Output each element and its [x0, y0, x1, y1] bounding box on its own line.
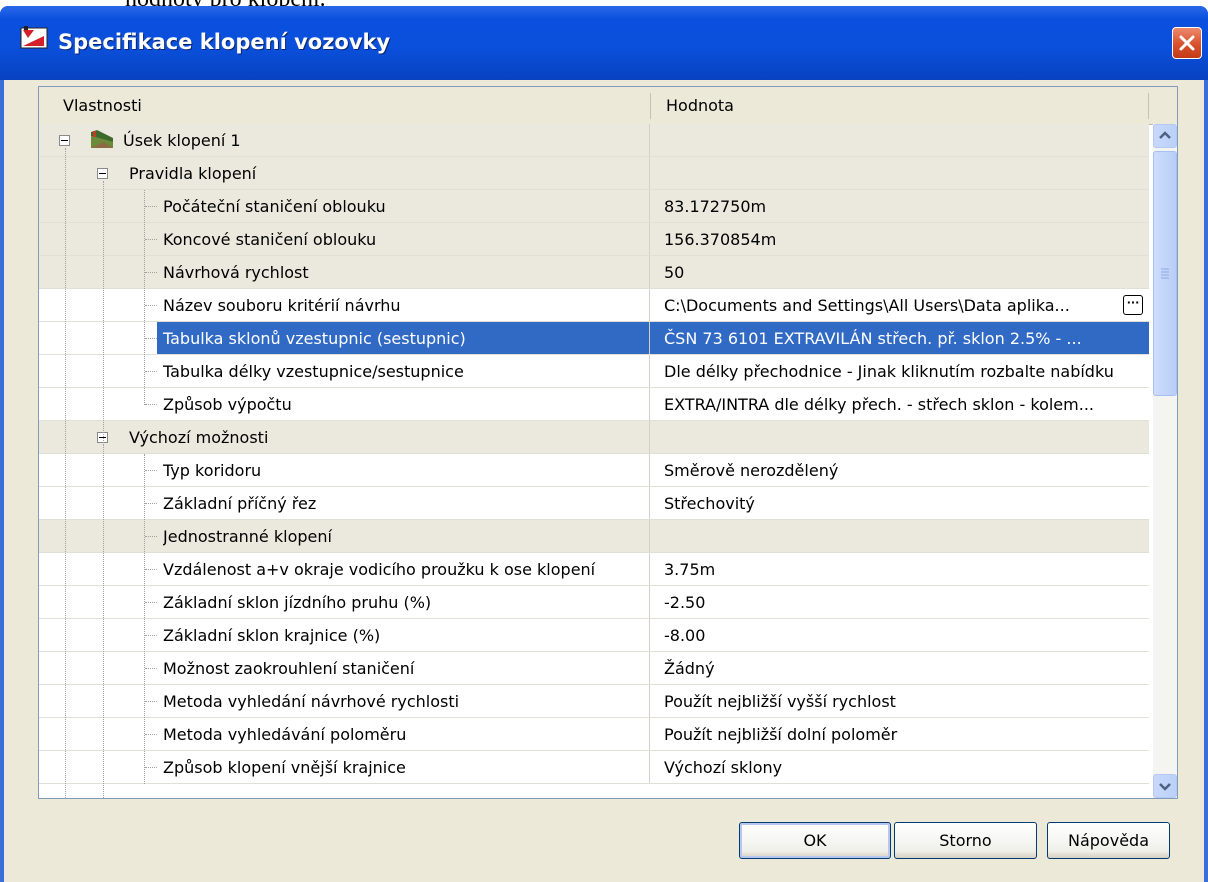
property-value[interactable]: Použít nejbližší dolní poloměr	[649, 718, 1149, 751]
property-row[interactable]: Základní sklon krajnice (%) -8.00	[39, 619, 1149, 652]
property-label: Metoda vyhledání návrhové rychlosti	[163, 692, 460, 711]
property-value[interactable]: Žádný	[649, 652, 1149, 685]
property-value[interactable]: Dle délky přechodnice - Jinak kliknutím …	[649, 355, 1149, 388]
property-value[interactable]: -2.50	[649, 586, 1149, 619]
property-label: Jednostranné klopení	[163, 527, 332, 546]
property-value-text: C:\Documents and Settings\All Users\Data…	[664, 296, 1070, 315]
property-label: Možnost zaokrouhlení staničení	[163, 659, 415, 678]
property-grid: Vlastnosti Hodnota Úsek klopení 1 Pravidl…	[38, 86, 1178, 799]
title-bar[interactable]: Specifikace klopení vozovky	[0, 6, 1208, 80]
property-value[interactable]: EXTRA/INTRA dle délky přech. - střech sk…	[649, 388, 1149, 421]
vertical-scrollbar[interactable]	[1153, 124, 1177, 798]
property-value[interactable]	[649, 520, 1149, 553]
property-label: Pravidla klopení	[129, 164, 257, 183]
property-value[interactable]: Směrově nerozdělený	[649, 454, 1149, 487]
window-title: Specifikace klopení vozovky	[58, 30, 391, 54]
close-icon	[1179, 35, 1195, 51]
property-value[interactable]: ČSN 73 6101 EXTRAVILÁN střech. př. sklon…	[649, 322, 1149, 355]
property-value-text: ČSN 73 6101 EXTRAVILÁN střech. př. sklon…	[664, 329, 1082, 348]
property-label: Metoda vyhledávání poloměru	[163, 725, 407, 744]
grip-icon	[1161, 268, 1169, 279]
property-row[interactable]: Vzdálenost a+v okraje vodicího proužku k…	[39, 553, 1149, 586]
property-value[interactable]	[649, 421, 1149, 454]
property-value-text: 156.370854m	[664, 230, 777, 249]
property-value-text: Použít nejbližší vyšší rychlost	[664, 692, 896, 711]
property-value-text: -8.00	[664, 626, 706, 645]
cancel-button[interactable]: Storno	[894, 822, 1037, 859]
property-value-text: 50	[664, 263, 685, 282]
property-value-text: 83.172750m	[664, 197, 767, 216]
tree-root-row[interactable]: Úsek klopení 1	[39, 124, 1149, 157]
property-value[interactable]: C:\Documents and Settings\All Users\Data…	[649, 289, 1149, 322]
property-value[interactable]: Použít nejbližší vyšší rychlost	[649, 685, 1149, 718]
property-label: Základní sklon krajnice (%)	[163, 626, 381, 645]
property-row[interactable]: Způsob klopení vnější krajnice Výchozí sk…	[39, 751, 1149, 784]
property-row[interactable]: Koncové staničení oblouku 156.370854m	[39, 223, 1149, 256]
property-label: Základní sklon jízdního pruhu (%)	[163, 593, 432, 612]
property-value-text: Výchozí sklony	[664, 758, 783, 777]
tree-group-row[interactable]: Výchozí možnosti	[39, 421, 1149, 454]
scroll-down-button[interactable]	[1153, 774, 1177, 798]
property-row[interactable]: Způsob výpočtu EXTRA/INTRA dle délky přec…	[39, 388, 1149, 421]
property-value[interactable]	[649, 124, 1149, 157]
property-row[interactable]: Tabulka sklonů vzestupnic (sestupnic) ČSN…	[39, 322, 1149, 355]
property-row[interactable]: Návrhová rychlost 50	[39, 256, 1149, 289]
column-header-properties[interactable]: Vlastnosti	[63, 87, 663, 124]
property-value[interactable]: 156.370854m	[649, 223, 1149, 256]
property-label: Základní příčný řez	[163, 494, 317, 513]
chevron-down-icon	[1159, 783, 1171, 791]
property-value-text: EXTRA/INTRA dle délky přech. - střech sk…	[664, 395, 1094, 414]
property-label: Výchozí možnosti	[129, 428, 269, 447]
property-label: Způsob výpočtu	[163, 395, 292, 414]
browse-button[interactable]: ···	[1123, 295, 1143, 315]
property-label: Vzdálenost a+v okraje vodicího proužku k…	[163, 560, 596, 579]
property-row[interactable]: Metoda vyhledávání poloměru Použít nejbli…	[39, 718, 1149, 751]
superelevation-icon	[91, 130, 113, 148]
property-label: Úsek klopení 1	[123, 131, 241, 150]
property-row[interactable]: Jednostranné klopení	[39, 520, 1149, 553]
property-label: Tabulka sklonů vzestupnic (sestupnic)	[157, 322, 649, 355]
help-button[interactable]: Nápověda	[1047, 822, 1170, 859]
property-row[interactable]: Typ koridoru Směrově nerozdělený	[39, 454, 1149, 487]
tree-group-row[interactable]: Pravidla klopení	[39, 157, 1149, 190]
collapse-icon[interactable]	[97, 168, 108, 179]
scroll-up-button[interactable]	[1153, 124, 1177, 148]
property-label: Způsob klopení vnější krajnice	[163, 758, 406, 777]
collapse-icon[interactable]	[59, 135, 70, 146]
property-label: Počáteční staničení oblouku	[163, 197, 386, 216]
property-value-text: Dle délky přechodnice - Jinak kliknutím …	[664, 362, 1114, 381]
property-row[interactable]: Základní příčný řez Střechovitý	[39, 487, 1149, 520]
property-value[interactable]: 50	[649, 256, 1149, 289]
grid-header: Vlastnosti Hodnota	[39, 87, 1177, 125]
property-value-text: Směrově nerozdělený	[664, 461, 839, 480]
property-value[interactable]: -8.00	[649, 619, 1149, 652]
property-label: Typ koridoru	[163, 461, 262, 480]
property-row[interactable]: Počáteční staničení oblouku 83.172750m	[39, 190, 1149, 223]
property-value-text: Střechovitý	[664, 494, 755, 513]
property-row[interactable]: Základní sklon jízdního pruhu (%) -2.50	[39, 586, 1149, 619]
chevron-up-icon	[1159, 131, 1171, 139]
property-value[interactable]	[649, 157, 1149, 190]
property-value-text: -2.50	[664, 593, 706, 612]
property-label: Koncové staničení oblouku	[163, 230, 377, 249]
close-button[interactable]	[1172, 27, 1202, 59]
property-label: Návrhová rychlost	[163, 263, 309, 282]
property-value[interactable]: 3.75m	[649, 553, 1149, 586]
property-value-text: Použít nejbližší dolní poloměr	[664, 725, 898, 744]
property-row[interactable]: Tabulka délky vzestupnice/sestupnice Dle …	[39, 355, 1149, 388]
property-row[interactable]: Metoda vyhledání návrhové rychlosti Použí…	[39, 685, 1149, 718]
app-icon	[20, 24, 50, 50]
property-label: Název souboru kritérií návrhu	[163, 296, 401, 315]
property-value[interactable]: 83.172750m	[649, 190, 1149, 223]
column-header-value[interactable]: Hodnota	[666, 87, 1146, 124]
property-row[interactable]: Možnost zaokrouhlení staničení Žádný	[39, 652, 1149, 685]
property-row[interactable]: Název souboru kritérií návrhu C:\Document…	[39, 289, 1149, 322]
property-value[interactable]: Výchozí sklony	[649, 751, 1149, 784]
property-value-text: Žádný	[664, 659, 715, 678]
property-label: Tabulka délky vzestupnice/sestupnice	[163, 362, 464, 381]
scroll-thumb[interactable]	[1153, 151, 1177, 396]
property-value-text: 3.75m	[664, 560, 716, 579]
property-value[interactable]: Střechovitý	[649, 487, 1149, 520]
ok-button[interactable]: OK	[739, 822, 891, 859]
